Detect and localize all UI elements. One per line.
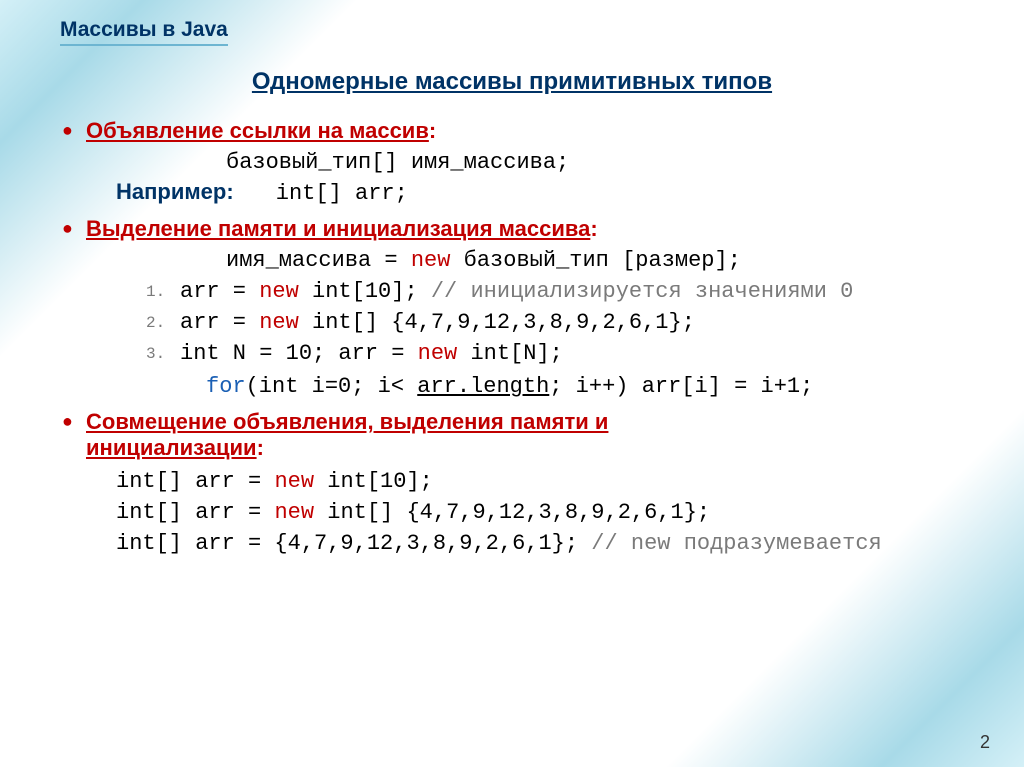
section-allocation: Выделение памяти и инициализация массива… [60,216,964,399]
num-1: 1. [146,283,165,301]
example-2: 2. arr = new int[] {4,7,9,12,3,8,9,2,6,1… [146,310,964,335]
heading-allocation: Выделение памяти и инициализация массива [86,216,590,241]
heading-declaration: Объявление ссылки на массив [86,118,429,143]
example-declaration: Например: int[] arr; [116,179,964,206]
example-code: int[] arr; [276,181,408,206]
combined-1: int[] arr = new int[10]; [116,469,964,494]
syntax-declaration: базовый_тип[] имя_массива; [226,150,964,175]
example-3: 3. int N = 10; arr = new int[N]; [146,341,964,366]
slide: Массивы в Java Одномерные массивы примит… [0,0,1024,767]
combined-3: int[] arr = {4,7,9,12,3,8,9,2,6,1}; // n… [116,531,964,556]
syntax-post: базовый_тип [размер]; [450,248,740,273]
page-number: 2 [980,732,990,753]
breadcrumb: Массивы в Java [60,18,228,46]
combined-examples: int[] arr = new int[10]; int[] arr = new… [116,469,964,556]
content-list: Объявление ссылки на массив: базовый_тип… [60,118,964,556]
num-3: 3. [146,345,165,363]
num-2: 2. [146,314,165,332]
heading-combined-a: Совмещение объявления, выделения памяти … [86,409,608,434]
combined-2: int[] arr = new int[] {4,7,9,12,3,8,9,2,… [116,500,964,525]
section-declaration: Объявление ссылки на массив: базовый_тип… [60,118,964,206]
code-2: arr = new int[] {4,7,9,12,3,8,9,2,6,1}; [180,310,695,335]
heading-combined-b: инициализации [86,435,257,460]
keyword-for: for [206,374,246,399]
syntax-pre: имя_массива = [226,248,411,273]
slide-title: Одномерные массивы примитивных типов [60,68,964,96]
keyword-new: new [411,248,451,273]
code-1: arr = new int[10]; // инициализируется з… [180,279,853,304]
comment-new-implied: // new подразумевается [591,531,881,556]
code-3: int N = 10; arr = new int[N]; [180,341,563,366]
for-loop-line: for(int i=0; i< arr.length; i++) arr[i] … [206,374,964,399]
example-label: Например: [116,179,234,204]
section-combined: Совмещение объявления, выделения памяти … [60,409,964,556]
arr-length: arr.length [417,374,549,399]
syntax-allocation: имя_массива = new базовый_тип [размер]; [226,248,964,273]
comment-1: // инициализируется значениями 0 [431,279,853,304]
numbered-examples: 1. arr = new int[10]; // инициализируетс… [146,279,964,366]
example-1: 1. arr = new int[10]; // инициализируетс… [146,279,964,304]
